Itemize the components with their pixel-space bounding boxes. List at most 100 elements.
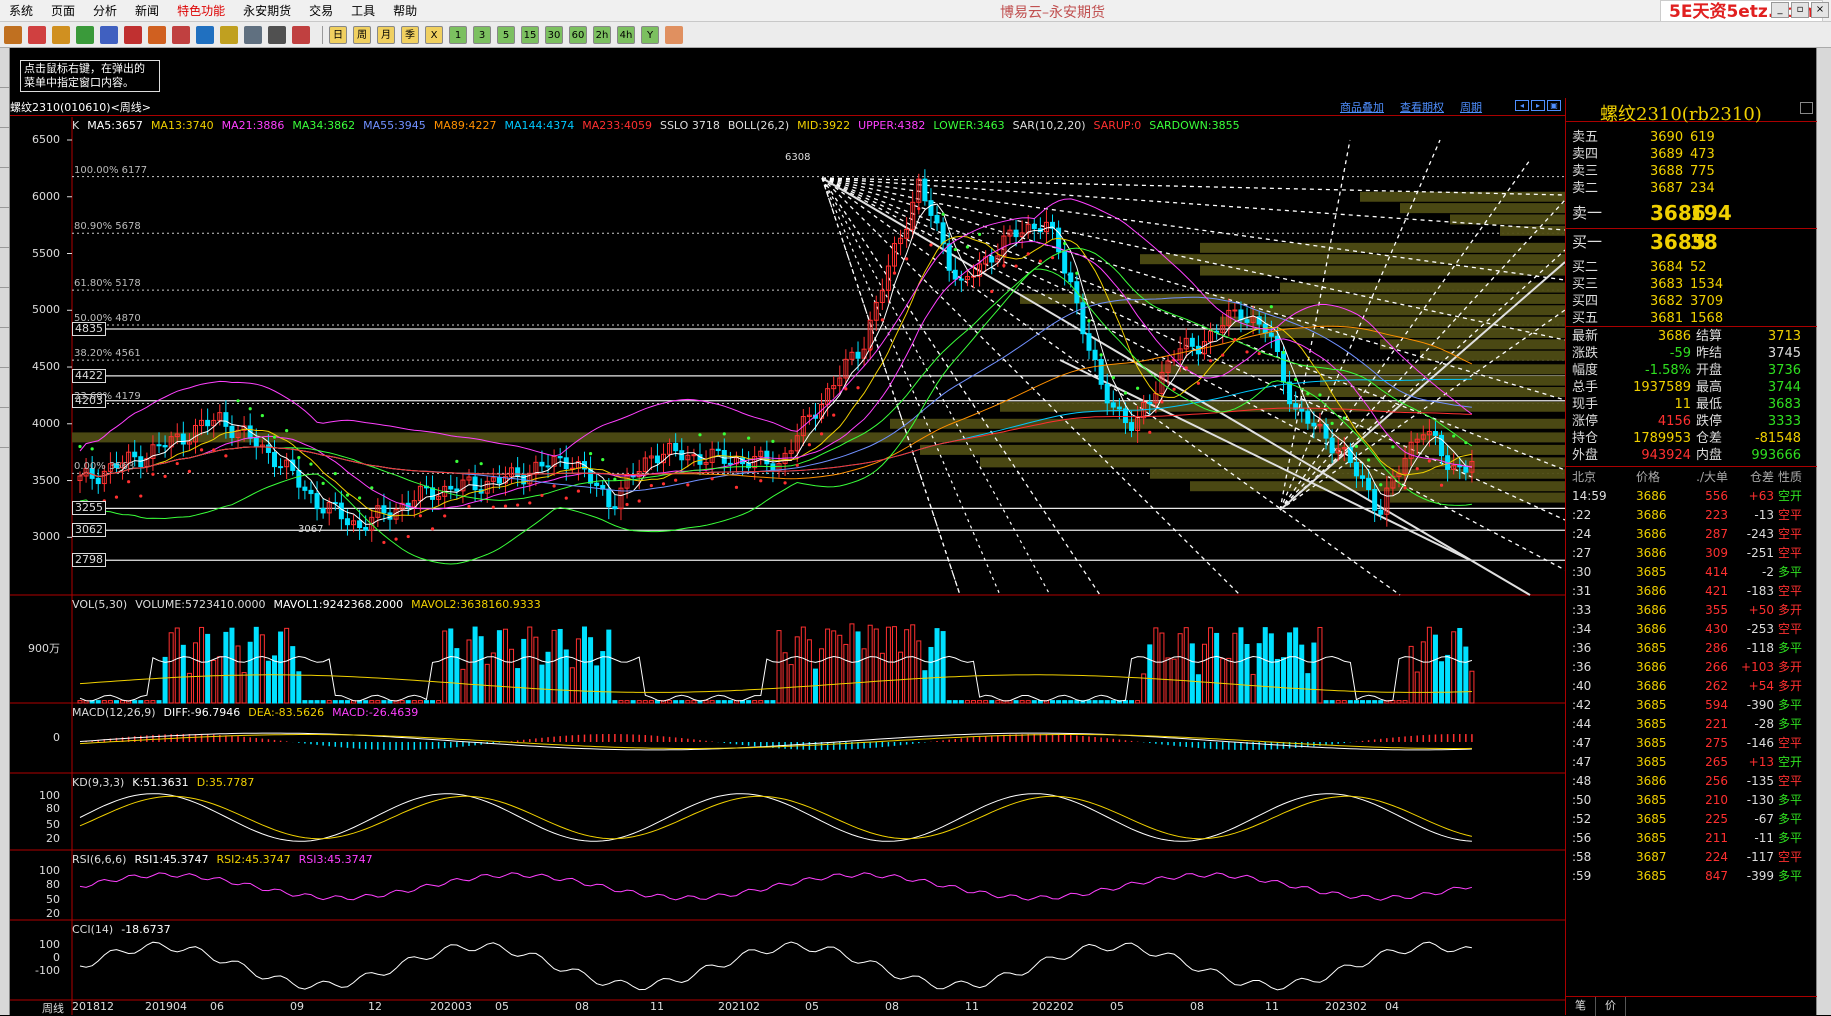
tick-row: :56 3685 211 -11 多平 — [1566, 829, 1817, 848]
volume-bar — [502, 628, 508, 704]
volume-bar — [1214, 632, 1220, 704]
volume-bar — [916, 640, 922, 704]
ask-price: 3687 — [1650, 181, 1684, 196]
sar-dot — [90, 447, 94, 451]
volume-bar — [120, 700, 126, 704]
volume-bar — [1353, 700, 1359, 704]
volume-bar — [533, 636, 539, 704]
quote-tab[interactable]: 价 — [1596, 997, 1626, 1016]
candle-body — [946, 243, 952, 271]
cci-legend: CCI(14) -18.6737 — [72, 922, 171, 938]
orderbook-divider — [1566, 228, 1817, 229]
sar-dot — [443, 514, 447, 518]
volume-profile-bar — [1020, 293, 1565, 304]
tick-oi-change: -146 — [1746, 736, 1774, 750]
volume-bar — [831, 630, 837, 704]
sar-dot — [734, 485, 739, 489]
candle-body — [265, 444, 271, 453]
tick-nature: 多开 — [1778, 603, 1803, 617]
fib-label: 61.80% 5178 — [74, 278, 141, 290]
sar-dot — [965, 245, 970, 249]
volume-bar — [891, 626, 897, 704]
sar-dot — [844, 387, 848, 391]
tick-volume: 265 — [1705, 755, 1728, 769]
sar-dot — [1208, 359, 1213, 363]
volume-bar — [1068, 700, 1074, 704]
sar-dot — [224, 454, 228, 458]
candle-body — [654, 455, 660, 464]
volume-bar — [1329, 700, 1335, 704]
volume-bar — [545, 651, 551, 704]
x-axis-tick: 06 — [210, 1000, 224, 1013]
sar-dot — [613, 477, 617, 481]
volume-bar — [855, 631, 861, 704]
legend-item: MA55:3945 — [363, 119, 426, 132]
sar-dot — [1464, 441, 1468, 445]
right-scroll-strip[interactable] — [1816, 48, 1831, 1015]
sar-dot — [406, 534, 410, 539]
tick-volume: 287 — [1705, 527, 1728, 541]
stat-value: 993666 — [1751, 448, 1801, 463]
tick-nature: 空平 — [1778, 850, 1803, 864]
candle-body — [940, 222, 946, 245]
sar-dot — [1148, 430, 1152, 434]
sar-dot — [127, 480, 131, 484]
restore-icon[interactable]: ▫ — [1791, 2, 1809, 18]
tick-header-oi: 仓差 — [1749, 470, 1774, 484]
tick-oi-change: -28 — [1754, 717, 1774, 731]
minimize-icon[interactable]: _ — [1771, 2, 1789, 18]
stat-label: 内盘 — [1696, 448, 1723, 463]
sar-dot — [297, 456, 301, 460]
tick-price: 3685 — [1636, 831, 1667, 845]
stat-value: 11 — [1674, 397, 1691, 412]
candle-body — [496, 477, 502, 484]
sar-dot — [479, 462, 483, 466]
tick-oi-change: -399 — [1746, 869, 1774, 883]
volume-bar — [1469, 670, 1475, 704]
sar-dot — [661, 482, 666, 486]
sar-dot — [674, 478, 678, 482]
quote-tab[interactable]: 笔 — [1566, 997, 1596, 1016]
macd-y-tick: 0 — [53, 731, 60, 744]
volume-bar — [569, 667, 575, 704]
volume-bar — [551, 629, 557, 704]
candle-body — [855, 351, 861, 359]
volume-bar — [642, 700, 648, 704]
panel-toggle-icon[interactable] — [1800, 102, 1813, 114]
stat-value: -81548 — [1754, 431, 1801, 446]
sar-dot — [236, 399, 240, 403]
sar-dot — [1403, 486, 1407, 490]
volume-bar — [770, 700, 776, 704]
tick-row: :52 3685 225 -67 多平 — [1566, 810, 1817, 829]
level-box: 4835 — [72, 322, 106, 336]
legend-item: MA13:3740 — [150, 119, 214, 132]
volume-bar — [958, 700, 964, 704]
volume-bar — [180, 644, 186, 704]
legend-item: RSI2:45.3747 — [216, 853, 291, 866]
sar-dot — [358, 496, 362, 500]
tick-volume: 286 — [1705, 641, 1728, 655]
candle-body — [721, 450, 727, 464]
candle-body — [381, 505, 387, 514]
stat-label: 幅度 — [1572, 363, 1599, 378]
volume-bar — [825, 628, 831, 704]
candle-body — [557, 456, 563, 459]
volume-bar — [752, 700, 758, 704]
volume-bar — [1439, 661, 1445, 704]
sar-dot — [1087, 319, 1091, 323]
close-icon[interactable]: × — [1811, 2, 1829, 18]
stat-label: 最低 — [1696, 397, 1723, 412]
sar-dot — [759, 479, 763, 483]
tick-nature: 多开 — [1778, 660, 1803, 674]
legend-item: RSI3:45.3747 — [298, 853, 373, 866]
tick-time: :40 — [1572, 679, 1592, 693]
volume-bar — [861, 648, 867, 704]
volume-bar — [1287, 632, 1293, 704]
volume-bar — [460, 668, 466, 704]
candle-body — [1360, 475, 1366, 479]
volume-bar — [612, 700, 618, 704]
tick-oi-change: -251 — [1746, 546, 1774, 560]
tick-time: :52 — [1572, 812, 1592, 826]
tick-price: 3685 — [1636, 755, 1667, 769]
sar-dot — [1439, 483, 1444, 487]
